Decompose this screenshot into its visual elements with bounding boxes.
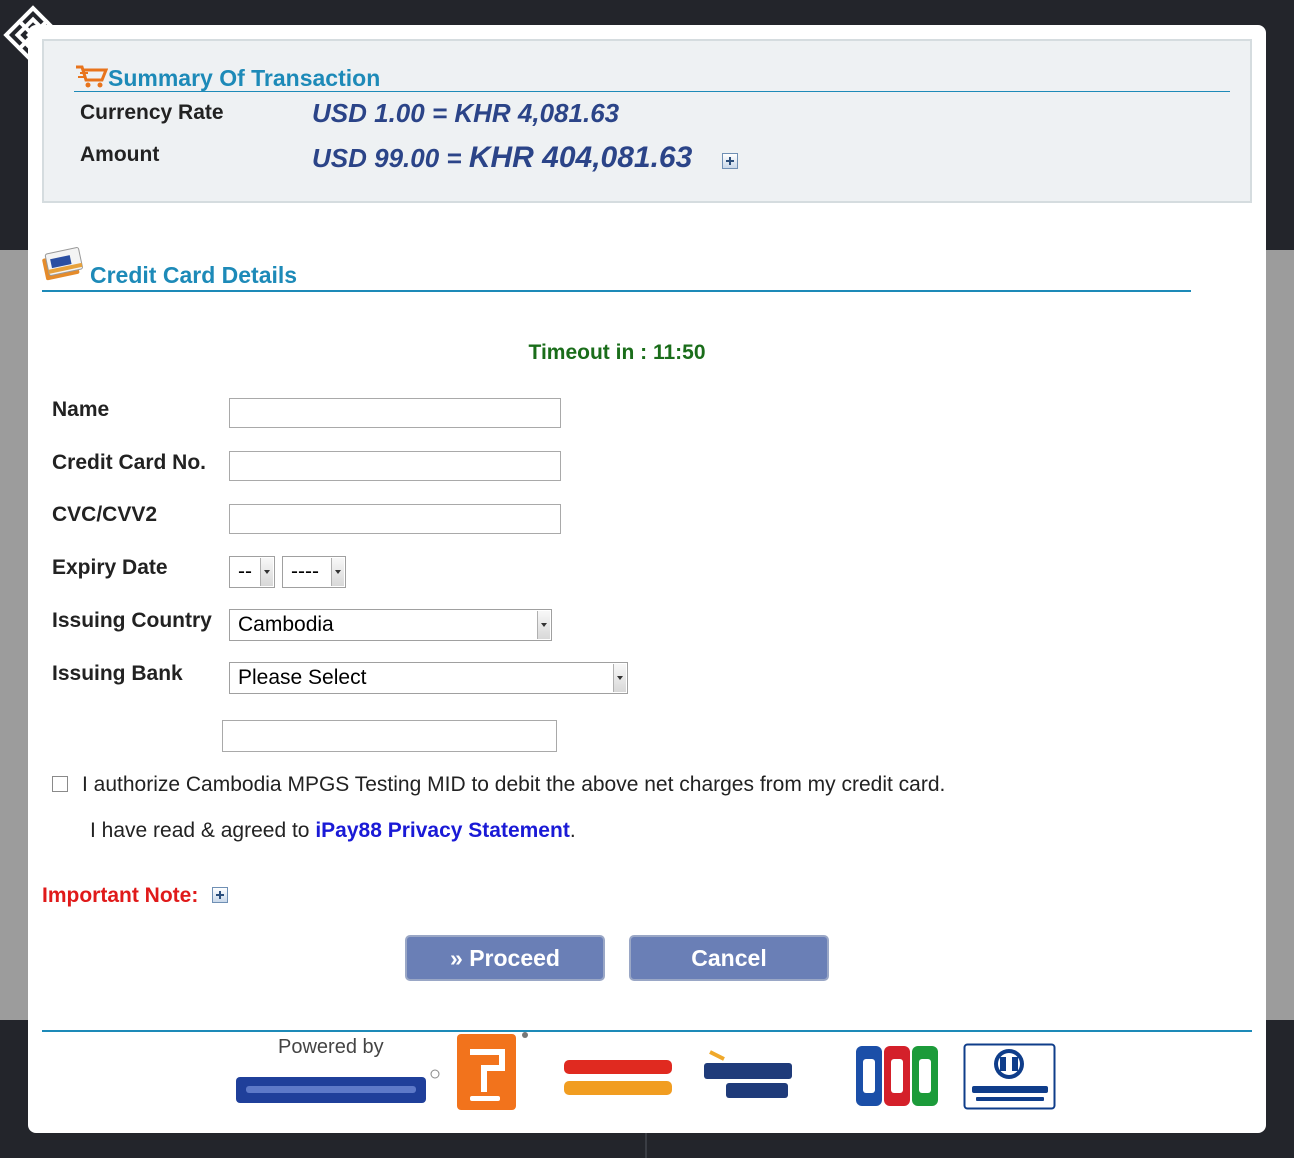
privacy-statement-link[interactable]: iPay88 Privacy Statement — [315, 819, 569, 842]
name-input[interactable] — [229, 398, 561, 428]
important-note-expand-icon[interactable] — [212, 887, 228, 903]
authorize-text: I authorize Cambodia MPGS Testing MID to… — [82, 773, 946, 796]
jcb-logo — [856, 1046, 938, 1106]
privacy-prefix: I have read & agreed to — [90, 819, 316, 842]
issuing-bank-select[interactable]: Please Select — [229, 662, 628, 694]
diners-club-logo — [963, 1043, 1056, 1110]
expiry-month-select[interactable]: -- — [229, 556, 275, 588]
card-number-input[interactable] — [229, 451, 561, 481]
issuing-bank-label: Issuing Bank — [52, 662, 183, 685]
currency-rate-label: Currency Rate — [80, 101, 224, 124]
proceed-button[interactable]: » Proceed — [405, 935, 605, 981]
privacy-suffix: . — [569, 819, 576, 842]
authorize-checkbox[interactable] — [52, 776, 68, 792]
name-label: Name — [52, 398, 110, 421]
expiry-year-value: ---- — [291, 560, 319, 583]
credit-card-details-title: Credit Card Details — [90, 262, 298, 288]
summary-divider — [74, 91, 1230, 92]
issuing-bank-value: Please Select — [238, 666, 367, 689]
amount-value: USD 99.00 = KHR 404,081.63 — [312, 141, 692, 175]
cvc-input[interactable] — [229, 504, 561, 534]
expiry-year-select[interactable]: ---- — [282, 556, 346, 588]
ipay88-logo — [457, 1032, 528, 1110]
expiry-date-label: Expiry Date — [52, 556, 168, 579]
issuing-country-select[interactable]: Cambodia — [229, 609, 552, 641]
mastercard-securecode-logo — [564, 1060, 672, 1095]
page-divider — [645, 1133, 647, 1158]
shopping-cart-icon — [76, 65, 108, 88]
credit-card-divider — [42, 290, 1191, 292]
verified-by-visa-logo — [704, 1050, 792, 1098]
other-bank-input[interactable] — [222, 720, 557, 752]
transaction-summary: Summary Of Transaction Currency Rate USD… — [42, 39, 1252, 203]
mobile88-logo — [236, 1069, 440, 1103]
chevron-down-icon — [537, 611, 550, 639]
amount-khr: KHR 404,081.63 — [468, 141, 693, 174]
amount-usd: USD 99.00 = — [312, 143, 469, 173]
chevron-down-icon — [260, 558, 273, 586]
timeout-countdown: Timeout in : 11:50 — [528, 341, 706, 364]
cvc-label: CVC/CVV2 — [52, 503, 158, 526]
footer-divider — [42, 1030, 1252, 1032]
amount-expand-icon[interactable] — [722, 153, 738, 169]
credit-card-icon — [42, 247, 83, 281]
expiry-month-value: -- — [238, 560, 252, 583]
chevron-down-icon — [331, 558, 344, 586]
card-number-label: Credit Card No. — [52, 451, 207, 474]
issuing-country-label: Issuing Country — [52, 609, 212, 632]
chevron-down-icon — [613, 664, 626, 692]
important-note-label: Important Note: — [42, 884, 199, 907]
cancel-button[interactable]: Cancel — [629, 935, 829, 981]
currency-rate-value: USD 1.00 = KHR 4,081.63 — [312, 98, 620, 128]
summary-title: Summary Of Transaction — [108, 65, 381, 91]
privacy-statement: I have read & agreed to iPay88 Privacy S… — [90, 819, 576, 843]
issuing-country-value: Cambodia — [238, 613, 334, 636]
amount-label: Amount — [80, 143, 160, 166]
powered-by-text: Powered by — [278, 1036, 384, 1058]
payment-modal: Summary Of Transaction Currency Rate USD… — [28, 25, 1266, 1133]
